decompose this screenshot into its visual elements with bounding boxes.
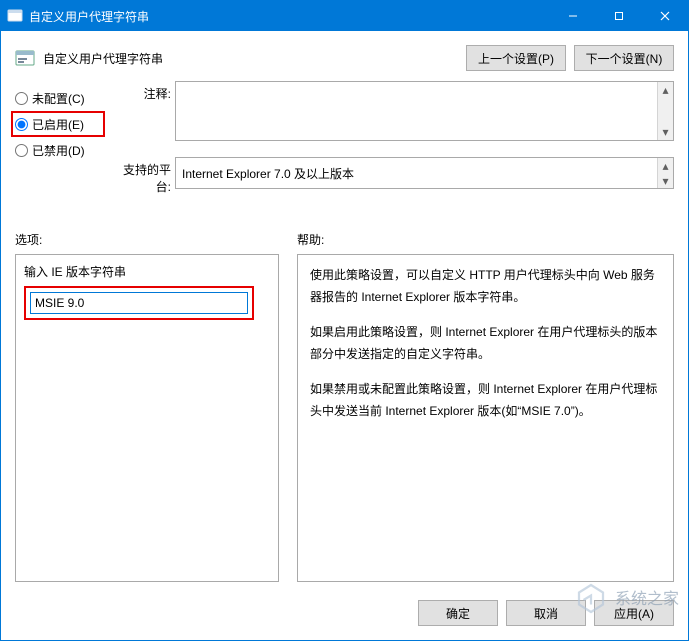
page-title: 自定义用户代理字符串 [43, 50, 458, 67]
platform-row: 支持的平台: Internet Explorer 7.0 及以上版本 ▴ ▾ [111, 157, 674, 195]
window: 自定义用户代理字符串 自定义用户代理字符串 上一个设置(P) 下一个设置(N) … [0, 0, 689, 641]
radio-not-configured-label: 未配置(C) [32, 90, 85, 107]
previous-setting-label: 上一个设置(P) [478, 50, 554, 67]
help-para-1: 使用此策略设置，可以自定义 HTTP 用户代理标头中向 Web 服务器报告的 I… [310, 265, 661, 308]
previous-setting-button[interactable]: 上一个设置(P) [466, 45, 566, 71]
header-row: 自定义用户代理字符串 上一个设置(P) 下一个设置(N) [1, 31, 688, 81]
scroll-down-icon[interactable]: ▾ [658, 124, 674, 140]
next-setting-button[interactable]: 下一个设置(N) [574, 45, 674, 71]
app-icon [7, 8, 23, 24]
options-label: 选项: [15, 231, 297, 248]
help-para-3: 如果禁用或未配置此策略设置，则 Internet Explorer 在用户代理标… [310, 379, 661, 422]
apply-button-label: 应用(A) [614, 605, 654, 622]
footer: 确定 取消 应用(A) [1, 582, 688, 640]
top-section: 未配置(C) 已启用(E) 已禁用(D) 注释: ▴ ▾ [1, 81, 688, 215]
minimize-button[interactable] [550, 1, 596, 31]
state-radio-group: 未配置(C) 已启用(E) 已禁用(D) [15, 81, 105, 211]
ie-version-input[interactable] [30, 292, 248, 314]
options-panel: 输入 IE 版本字符串 [15, 254, 279, 582]
platform-textbox: Internet Explorer 7.0 及以上版本 ▴ ▾ [175, 157, 674, 189]
close-button[interactable] [642, 1, 688, 31]
titlebar: 自定义用户代理字符串 [1, 1, 688, 31]
radio-enabled-label: 已启用(E) [32, 116, 84, 133]
platform-scrollbar[interactable]: ▴ ▾ [657, 158, 673, 188]
ok-button-label: 确定 [446, 605, 470, 622]
scroll-down-icon[interactable]: ▾ [658, 173, 674, 188]
radio-not-configured[interactable]: 未配置(C) [15, 85, 105, 111]
radio-disabled-input[interactable] [15, 144, 28, 157]
platform-label: 支持的平台: [111, 157, 175, 195]
window-title: 自定义用户代理字符串 [29, 8, 550, 25]
body-section: 输入 IE 版本字符串 使用此策略设置，可以自定义 HTTP 用户代理标头中向 … [1, 254, 688, 582]
radio-disabled-label: 已禁用(D) [32, 142, 85, 159]
fields-column: 注释: ▴ ▾ 支持的平台: Internet Explorer 7.0 及以上… [111, 81, 674, 211]
ie-version-input-highlight [24, 286, 254, 320]
ok-button[interactable]: 确定 [418, 600, 498, 626]
maximize-button[interactable] [596, 1, 642, 31]
help-panel: 使用此策略设置，可以自定义 HTTP 用户代理标头中向 Web 服务器报告的 I… [297, 254, 674, 582]
radio-disabled[interactable]: 已禁用(D) [15, 137, 105, 163]
comment-scrollbar[interactable]: ▴ ▾ [657, 82, 673, 140]
apply-button[interactable]: 应用(A) [594, 600, 674, 626]
scroll-up-icon[interactable]: ▴ [658, 158, 674, 173]
radio-enabled-input[interactable] [15, 118, 28, 131]
scroll-up-icon[interactable]: ▴ [658, 82, 674, 98]
cancel-button-label: 取消 [534, 605, 558, 622]
comment-row: 注释: ▴ ▾ [111, 81, 674, 141]
comment-label: 注释: [111, 81, 175, 141]
help-para-2: 如果启用此策略设置，则 Internet Explorer 在用户代理标头的版本… [310, 322, 661, 365]
help-label: 帮助: [297, 231, 674, 248]
platform-value: Internet Explorer 7.0 及以上版本 [182, 165, 354, 182]
policy-icon [15, 48, 35, 68]
radio-enabled[interactable]: 已启用(E) [11, 111, 105, 137]
mid-labels: 选项: 帮助: [1, 215, 688, 254]
comment-textarea[interactable]: ▴ ▾ [175, 81, 674, 141]
options-prompt: 输入 IE 版本字符串 [24, 263, 270, 280]
cancel-button[interactable]: 取消 [506, 600, 586, 626]
radio-not-configured-input[interactable] [15, 92, 28, 105]
window-buttons [550, 1, 688, 31]
next-setting-label: 下一个设置(N) [586, 50, 663, 67]
